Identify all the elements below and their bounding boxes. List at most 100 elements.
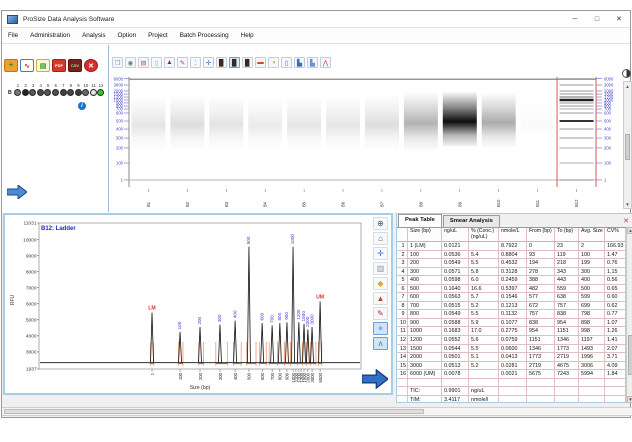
well-B9[interactable] xyxy=(75,89,82,96)
tab-peak-table[interactable]: Peak Table xyxy=(398,214,442,227)
single-peak-icon[interactable]: ʌ xyxy=(373,337,388,350)
gel-compare-icon[interactable]: ▥ xyxy=(373,262,388,275)
all-peaks-icon[interactable]: ılı xyxy=(373,322,388,335)
gel-lane-B6[interactable]: B6 xyxy=(326,96,360,207)
scrollbar-thumb[interactable] xyxy=(4,409,424,414)
gel-lane-B9[interactable]: B9 xyxy=(443,91,477,207)
table-cell: 0.0413 xyxy=(499,353,527,362)
table-row[interactable]: 166000 (UM)0.00780.00215675724359941.84 xyxy=(397,370,626,379)
menu-item-analysis[interactable]: Analysis xyxy=(76,32,111,39)
table-tools-icon[interactable]: ✕ xyxy=(623,217,629,225)
menu-item-administration[interactable]: Administration xyxy=(24,32,76,39)
overlay-chart-icon[interactable]: ▲ xyxy=(373,292,388,305)
table-row[interactable]: 65000.164016.60.53974825595000.65 xyxy=(397,285,626,294)
menu-item-option[interactable]: Option xyxy=(112,32,143,39)
close-button[interactable]: ✕ xyxy=(608,12,630,27)
gel-lane-B2[interactable]: B2 xyxy=(170,95,204,207)
gel-lane-B10[interactable]: B10 xyxy=(482,92,516,207)
table-row[interactable]: 43000.05715.80.31282783433001.15 xyxy=(397,268,626,277)
table-row[interactable]: TIC:0.9901ng/uL xyxy=(397,387,626,396)
gel-bands-icon[interactable]: ▤ xyxy=(138,57,149,68)
table-scrollbar[interactable]: ▲ ▼ xyxy=(626,227,632,403)
well-B6[interactable] xyxy=(52,89,59,96)
peak-trace-icon[interactable]: ⋀ xyxy=(320,57,331,68)
scroll-up-icon[interactable]: ▲ xyxy=(624,82,631,90)
gel-lane-B1[interactable]: B1 xyxy=(131,96,165,207)
edit-marker-icon[interactable]: ✎ xyxy=(373,307,388,320)
table-row[interactable] xyxy=(397,379,626,388)
well-B2[interactable] xyxy=(22,89,29,96)
table-row[interactable]: 1110000.168317.00.277595411519981.26 xyxy=(397,327,626,336)
table-row[interactable]: 54000.05986.00.24593884434000.56 xyxy=(397,276,626,285)
home-icon[interactable]: ⌂ xyxy=(373,232,388,245)
well-B11[interactable] xyxy=(90,89,97,96)
table-row[interactable]: 98000.05495.50.11327578387980.77 xyxy=(397,310,626,319)
pdf-export-icon[interactable]: PDF xyxy=(52,59,66,72)
tab-smear-analysis[interactable]: Smear Analysis xyxy=(443,215,500,227)
gel-scrollbar[interactable]: ▲ ▼ xyxy=(623,81,632,209)
table-row[interactable]: 76000.05635.70.15465776385990.60 xyxy=(397,293,626,302)
table-row[interactable]: 1420000.05015.10.04131773271919963.71 xyxy=(397,353,626,362)
gel-lane-B12[interactable]: B12 xyxy=(557,77,596,207)
gel-lane-B4[interactable]: B4 xyxy=(248,97,282,207)
scroll-up-icon[interactable]: ▲ xyxy=(627,227,632,234)
menu-item-file[interactable]: File xyxy=(2,32,24,39)
sample-info-icon[interactable]: ▯ xyxy=(281,57,292,68)
gel-thumbnail-2-icon[interactable]: ▉ xyxy=(229,57,240,68)
move-crosshair-icon[interactable]: ✛ xyxy=(203,57,214,68)
table-row[interactable]: 1315000.05445.50.06001346177314932.07 xyxy=(397,345,626,354)
open-folder-icon[interactable]: + xyxy=(4,59,18,72)
menu-item-help[interactable]: Help xyxy=(235,32,260,39)
edit-pen-icon[interactable]: ✎ xyxy=(177,57,188,68)
gel-lane-B5[interactable]: B5 xyxy=(287,96,321,207)
table-row[interactable]: TIM:3.4117nmole/l xyxy=(397,396,626,403)
table-row[interactable]: 1212000.05525.60.07591151134611971.41 xyxy=(397,336,626,345)
calibration-curve-icon[interactable]: ∿ xyxy=(20,59,34,72)
histogram-2-icon[interactable]: ▙ xyxy=(307,57,318,68)
table-row[interactable]: 11 (LM)0.01218.79220232166.93 xyxy=(397,242,626,251)
table-row[interactable]: 1530000.05135.20.02812719467530064.09 xyxy=(397,362,626,371)
menu-item-batch-processing[interactable]: Batch Processing xyxy=(174,32,235,39)
scroll-down-icon[interactable]: ▼ xyxy=(624,200,631,208)
horizontal-scrollbar[interactable] xyxy=(2,407,632,416)
gel-image-icon[interactable]: ▤ xyxy=(36,59,50,72)
well-B7[interactable] xyxy=(60,89,67,96)
blank-page-icon[interactable]: ▯ xyxy=(151,57,162,68)
pan-crosshair-icon[interactable]: ✛ xyxy=(373,247,388,260)
color-range-icon[interactable]: ▬ xyxy=(255,57,266,68)
tag-label-icon[interactable]: ◆ xyxy=(373,277,388,290)
copy-page-icon[interactable]: ❐ xyxy=(112,57,123,68)
prev-view-arrow[interactable] xyxy=(7,185,27,204)
well-B8[interactable] xyxy=(67,89,74,96)
electropherogram-plot[interactable]: 1103110000900080007000600050004000300019… xyxy=(5,215,369,393)
table-row[interactable]: 21000.05365.40.8804931191001.47 xyxy=(397,251,626,260)
menu-item-project[interactable]: Project xyxy=(142,32,174,39)
contrast-wheel-icon[interactable]: ◑ xyxy=(268,57,279,68)
gel-lane-B11[interactable]: B11 xyxy=(521,99,555,207)
next-sample-arrow[interactable] xyxy=(362,369,388,389)
maximize-button[interactable]: □ xyxy=(586,12,608,27)
well-B4[interactable] xyxy=(37,89,44,96)
scrollbar-thumb[interactable] xyxy=(628,335,632,375)
csv-export-icon[interactable]: CSV xyxy=(68,59,82,72)
scrollbar-thumb[interactable] xyxy=(625,134,630,160)
gel-lane-B3[interactable]: B3 xyxy=(209,96,243,207)
table-row[interactable]: 32000.05495.50.45321942181990.76 xyxy=(397,259,626,268)
gel-thumbnail-3-icon[interactable]: ▉ xyxy=(242,57,253,68)
zoom-region-icon[interactable]: ◉ xyxy=(125,57,136,68)
marker-dots-icon[interactable]: ⁚ xyxy=(190,57,201,68)
minimize-button[interactable]: ─ xyxy=(564,12,586,27)
gel-thumbnail-1-icon[interactable]: ▉ xyxy=(216,57,227,68)
flask-icon[interactable]: ▲ xyxy=(164,57,175,68)
histogram-1-icon[interactable]: ▙ xyxy=(294,57,305,68)
table-row[interactable]: 87000.05155.20.12136727576990.62 xyxy=(397,302,626,311)
column-header: nmole/L xyxy=(499,228,527,242)
info-icon[interactable]: i xyxy=(78,102,86,110)
gel-lane-B7[interactable]: B7 xyxy=(365,95,399,207)
zoom-icon[interactable]: ⊕ xyxy=(373,217,388,230)
scroll-down-icon[interactable]: ▼ xyxy=(627,396,632,403)
gel-lane-B8[interactable]: B8 xyxy=(404,91,438,207)
exit-icon[interactable]: ✕ xyxy=(84,59,98,72)
table-row[interactable]: 109000.05885.90.10778389548981.07 xyxy=(397,319,626,328)
contrast-icon[interactable] xyxy=(622,69,631,78)
